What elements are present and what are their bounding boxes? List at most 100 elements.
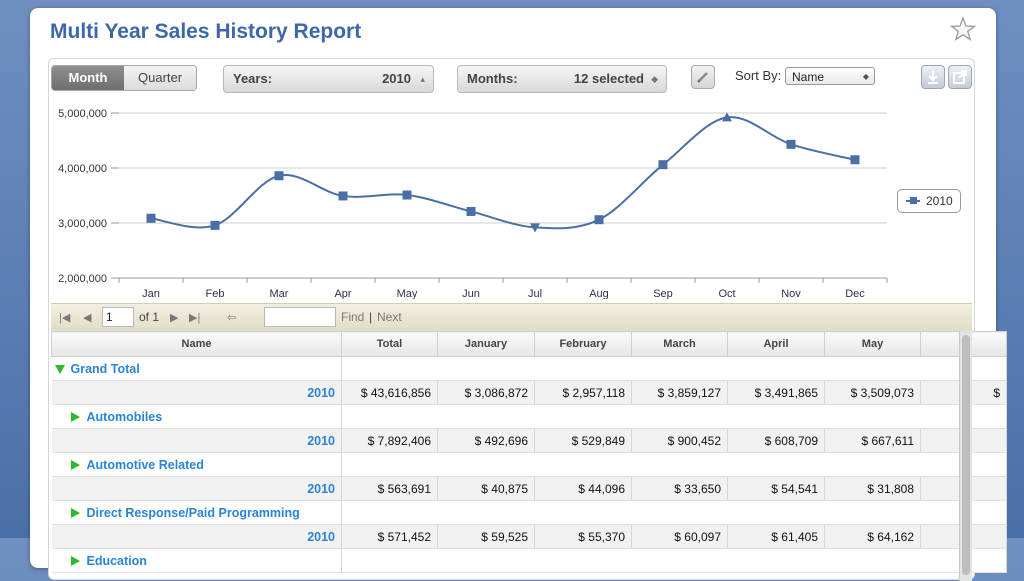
data-point-marker — [786, 139, 796, 149]
popout-button[interactable] — [948, 65, 972, 89]
y-tick-label: 4,000,000 — [58, 163, 107, 175]
prev-page-icon[interactable]: ◀ — [83, 311, 91, 324]
group-label[interactable]: Education — [87, 554, 147, 568]
edit-pencil-button[interactable] — [691, 65, 715, 89]
updown-arrow-icon: ◆ — [651, 74, 658, 84]
series-line-2010 — [150, 116, 856, 230]
years-value: 2010 — [382, 71, 411, 86]
data-point-marker — [274, 171, 284, 181]
x-tick-label: Feb — [206, 288, 225, 299]
table-cell: $ 43,616,856 — [341, 380, 438, 405]
y-tick-label: 5,000,000 — [58, 108, 107, 120]
x-tick-label: Apr — [334, 288, 351, 299]
find-button[interactable]: Find — [341, 310, 364, 324]
download-icon — [928, 71, 938, 84]
view-toggle: Month Quarter — [51, 65, 197, 91]
last-page-icon[interactable]: ▶| — [189, 311, 200, 324]
report-content: Month Quarter Years: 2010 ▴ Months: 12 s… — [48, 58, 1007, 581]
pager-bar: |◀ ◀ 1 of 1 ▶ ▶| ⇦ Find | Next — [51, 303, 972, 332]
group-label[interactable]: Automobiles — [87, 410, 163, 424]
quarter-view-button[interactable]: Quarter — [124, 66, 196, 90]
table-cell: $ 40,875 — [437, 476, 535, 501]
col-may-header[interactable]: May — [824, 331, 921, 357]
table-cell: $ 3,859,127 — [631, 380, 728, 405]
table-scrollbar[interactable] — [959, 331, 972, 581]
year-link[interactable]: 2010 — [51, 476, 342, 501]
table-row: 2010 $ 563,691 $ 40,875 $ 44,096 $ 33,650 $ 5… — [51, 476, 1007, 501]
table-cell: $ 529,849 — [534, 428, 632, 453]
expand-triangle-icon[interactable] — [70, 412, 80, 423]
next-page-icon[interactable]: ▶ — [170, 311, 178, 324]
x-tick-label: Jun — [462, 288, 480, 299]
legend-label: 2010 — [926, 194, 953, 208]
table-cell: $ 608,709 — [727, 428, 825, 453]
col-april-header[interactable]: April — [727, 331, 825, 357]
years-dropdown[interactable]: Years: 2010 ▴ — [223, 65, 434, 93]
table-group-row: Education — [51, 548, 1007, 573]
table-header-row: Name Total January February March April … — [51, 331, 1007, 357]
table-row: 2010 $ 571,452 $ 59,525 $ 55,370 $ 60,097 $ 6… — [51, 524, 1007, 549]
download-button[interactable] — [921, 65, 945, 89]
external-link-icon — [953, 70, 967, 84]
year-link[interactable]: 2010 — [51, 428, 342, 453]
table-cell: $ 44,096 — [534, 476, 632, 501]
back-arrow-icon[interactable]: ⇦ — [227, 311, 236, 324]
table-cell: $ 900,452 — [631, 428, 728, 453]
collapse-triangle-icon[interactable] — [54, 364, 65, 374]
table-cell: $ 7,892,406 — [341, 428, 438, 453]
years-label: Years: — [233, 71, 273, 86]
page-number-input[interactable]: 1 — [102, 307, 134, 327]
find-input[interactable] — [264, 307, 336, 327]
data-point-marker — [594, 215, 604, 225]
expand-triangle-icon[interactable] — [70, 556, 80, 567]
col-march-header[interactable]: March — [631, 331, 728, 357]
data-point-marker — [210, 220, 220, 230]
page-count: of 1 — [139, 310, 160, 324]
table-cell: $ 55,370 — [534, 524, 632, 549]
table-cell: $ 3,509,073 — [824, 380, 921, 405]
year-link[interactable]: 2010 — [51, 524, 342, 549]
group-label[interactable]: Direct Response/Paid Programming — [87, 506, 300, 520]
find-next-button[interactable]: Next — [377, 310, 402, 324]
scrollbar-thumb[interactable] — [962, 335, 970, 575]
table-cell: $ 3,491,865 — [727, 380, 825, 405]
months-value: 12 selected — [573, 71, 644, 86]
year-link[interactable]: 2010 — [51, 380, 342, 405]
table-cell: $ 54,541 — [727, 476, 825, 501]
expand-triangle-icon[interactable] — [70, 460, 80, 471]
y-tick-label: 3,000,000 — [58, 218, 107, 230]
expand-triangle-icon[interactable] — [70, 508, 80, 519]
table-cell: $ 667,611 — [824, 428, 921, 453]
data-point-marker — [466, 206, 476, 216]
sort-by-value: Name — [792, 70, 825, 84]
data-point-marker — [850, 155, 860, 165]
months-dropdown[interactable]: Months: 12 selected ◆ — [457, 65, 667, 93]
legend-marker-swatch — [910, 197, 917, 204]
report-panel: Multi Year Sales History Report Month Qu… — [30, 8, 1007, 581]
x-tick-label: Mar — [270, 288, 289, 299]
chart-legend: 2010 — [897, 189, 961, 213]
month-view-button[interactable]: Month — [52, 66, 124, 90]
table-group-row: Automobiles — [51, 404, 1007, 429]
table-cell: $ 571,452 — [341, 524, 438, 549]
x-tick-label: Jul — [528, 288, 542, 299]
page-title: Multi Year Sales History Report — [50, 20, 362, 43]
pencil-icon — [697, 72, 708, 83]
toolbar: Month Quarter Years: 2010 ▴ Months: 12 s… — [49, 59, 974, 103]
group-label[interactable]: Automotive Related — [87, 458, 204, 472]
col-january-header[interactable]: January — [437, 331, 535, 357]
favorite-star-icon[interactable] — [950, 16, 976, 42]
col-february-header[interactable]: February — [534, 331, 632, 357]
x-tick-label: Dec — [845, 288, 865, 299]
table-cell: $ 64,162 — [824, 524, 921, 549]
x-tick-label: Jan — [142, 288, 160, 299]
table-cell: $ 563,691 — [341, 476, 438, 501]
col-total-header[interactable]: Total — [341, 331, 438, 357]
group-label[interactable]: Grand Total — [71, 362, 140, 376]
first-page-icon[interactable]: |◀ — [59, 311, 70, 324]
col-name-header[interactable]: Name — [51, 331, 342, 357]
sort-by-select[interactable]: Name ◆ — [785, 67, 875, 85]
table-group-row: Direct Response/Paid Programming — [51, 500, 1007, 525]
updown-arrow-icon: ▴ — [420, 74, 425, 84]
data-point-marker — [146, 213, 156, 223]
